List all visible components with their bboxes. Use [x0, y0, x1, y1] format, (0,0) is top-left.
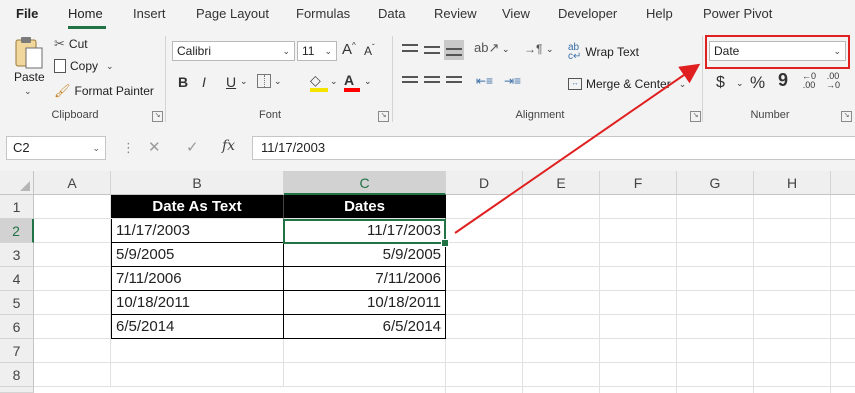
arrow-line: [454, 63, 701, 234]
annotation-arrow: [454, 63, 701, 234]
